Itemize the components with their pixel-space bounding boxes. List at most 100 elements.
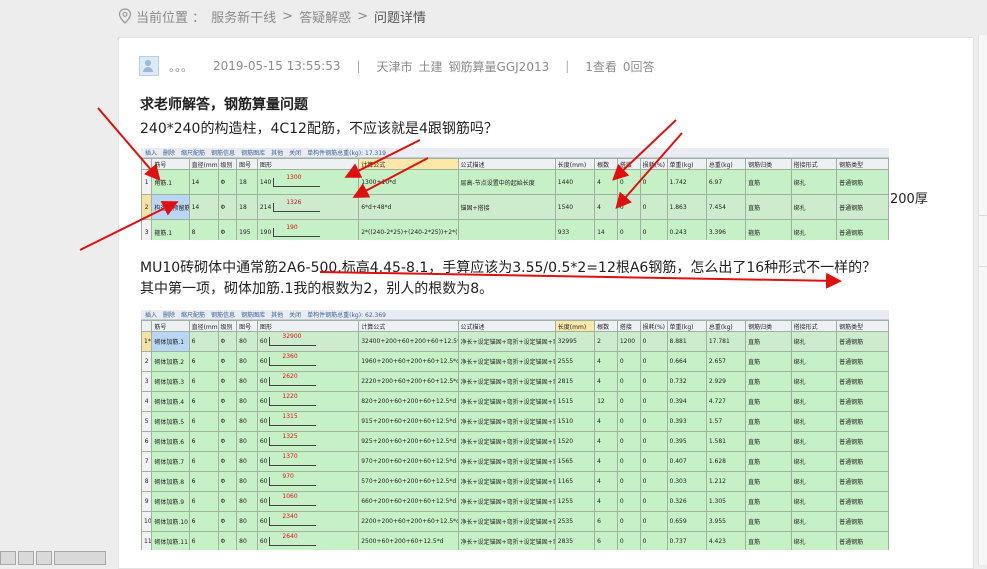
toolbar-item[interactable]: 钢筋信息 — [211, 148, 235, 157]
column-header[interactable]: 直径(mm) — [188, 320, 219, 332]
table-cell: 绑扎 — [790, 451, 838, 472]
toolbar-item[interactable]: 删除 — [163, 148, 175, 157]
toolbar-item[interactable]: 单构件钢筋总重(kg): 17.319 — [307, 148, 386, 157]
toolbar-item[interactable]: 其他 — [271, 148, 283, 157]
column-header[interactable] — [141, 158, 153, 170]
breadcrumb-link-service[interactable]: 服务新干线 — [211, 7, 276, 26]
table-cell: 0.659 — [666, 511, 707, 532]
column-header[interactable]: 根数 — [594, 158, 618, 170]
column-header[interactable]: 损耗(%) — [639, 158, 668, 170]
table-cell: 净长+设定锚固+弯折+设定锚固+弯折+两倍弯钩 — [457, 391, 556, 412]
column-header[interactable]: 搭接 — [616, 320, 641, 332]
table-row[interactable]: 5 砌体加筋.5 6 Φ 80 60 1315 915+200+60+200+60+12.5… — [141, 411, 889, 432]
table-cell: 0 — [639, 331, 668, 352]
table-cell: 0 — [639, 391, 668, 412]
column-header[interactable]: 图号 — [236, 320, 258, 332]
toolbar-item[interactable]: 钢筋图库 — [241, 148, 265, 157]
table-cell: 214 1326 — [256, 194, 360, 220]
column-header[interactable]: 级别 — [217, 320, 238, 332]
table-cell: 6 — [188, 351, 219, 372]
table-cell: 4 — [594, 491, 618, 512]
column-header[interactable]: 筋号 — [151, 320, 190, 332]
column-header[interactable]: 图形 — [256, 158, 360, 170]
table-cell: 7 — [141, 451, 153, 472]
table-row[interactable]: 1* 砌体加筋.1 6 Φ 80 60 32900 32400+200+60+200+60+… — [141, 331, 889, 352]
column-header[interactable]: 搭接 — [616, 158, 641, 170]
toolbar-item[interactable]: 删除 — [163, 310, 175, 319]
table-cell: 14 — [594, 219, 618, 240]
table-cell: 2815 — [554, 371, 596, 392]
table-row[interactable]: 1 角筋.1 14 Φ 18 140 1300 1300+10*d 层高-节点设置中的起始长度… — [141, 169, 889, 195]
toolbar-item[interactable]: 插入 — [145, 310, 157, 319]
table-row[interactable]: 6 砌体加筋.6 6 Φ 80 60 1325 925+200+60+200+60+12.5… — [141, 431, 889, 452]
table-row[interactable]: 2构造柱预留筋.114Φ18214 13266*d+48*d锚固+搭接15404… — [141, 194, 889, 220]
table-cell: 570+200+60+200+60+12.5*d — [358, 471, 459, 492]
table-row[interactable]: 8 砌体加筋.8 6 Φ 80 60 970 570+200+60+200+60+12.5*… — [141, 471, 889, 492]
column-header[interactable]: 筋号 — [151, 158, 190, 170]
table-cell: 6 — [141, 431, 153, 452]
table-cell: 砌体加筋.1 — [151, 331, 190, 352]
column-header[interactable]: 钢筋归类 — [745, 158, 792, 170]
table-cell: 970+200+60+200+60+12.5*d — [358, 451, 459, 472]
column-header[interactable]: 直径(mm) — [188, 158, 219, 170]
column-header[interactable]: 总重(kg) — [705, 320, 747, 332]
column-header[interactable]: 计算公式 — [358, 320, 459, 332]
table-cell: Φ — [217, 431, 238, 452]
table-cell: 60 2360 — [256, 351, 360, 372]
column-header[interactable]: 总重(kg) — [705, 158, 747, 170]
avatar[interactable] — [139, 56, 159, 76]
column-header[interactable]: 根数 — [594, 320, 618, 332]
table-cell: 净长+设定锚固+弯折+设定锚固+弯折+两倍弯钩 — [457, 331, 556, 352]
toolbar-item[interactable]: 关闭 — [289, 310, 301, 319]
table-row[interactable]: 2 砌体加筋.2 6 Φ 80 60 2360 1960+200+60+200+60+12.… — [141, 351, 889, 372]
column-header[interactable]: 单重(kg) — [666, 320, 707, 332]
toolbar-item[interactable]: 钢筋图库 — [241, 310, 265, 319]
column-header[interactable]: 钢筋类型 — [836, 320, 889, 332]
column-header[interactable]: 单重(kg) — [666, 158, 707, 170]
table-cell: 2 — [141, 194, 153, 220]
column-header[interactable]: 长度(mm) — [554, 320, 596, 332]
table-cell: 0.394 — [666, 391, 707, 412]
toolbar-item[interactable]: 缩尺配筋 — [181, 148, 205, 157]
location-pin-icon — [118, 8, 132, 24]
post-specialty: 土建 — [418, 59, 443, 74]
table-row[interactable]: 3 砌体加筋.3 6 Φ 80 60 2620 2220+200+60+200+60+12.… — [141, 371, 889, 392]
toolbar-item[interactable]: 缩尺配筋 — [181, 310, 205, 319]
table-cell: 1 — [141, 169, 153, 195]
column-header[interactable]: 钢筋归类 — [745, 320, 792, 332]
table-cell: 净长+设定锚固+弯折+设定锚固+弯折+两倍弯钩 — [457, 371, 556, 392]
column-header[interactable]: 搭接形式 — [790, 320, 838, 332]
rebar-table: 筋号 直径(mm) 级别 图号 图形 计算公式 公式描述 长度(mm) 根数 搭接 损耗(%) 单重(… — [141, 320, 889, 550]
table-row[interactable]: 9 砌体加筋.9 6 Φ 80 60 1060 660+200+60+200+60+12.5… — [141, 491, 889, 512]
table-row[interactable]: 10 砌体加筋.10 6 Φ 80 60 2340 2200+200+60+200+60+1… — [141, 511, 889, 532]
toolbar-item[interactable]: 钢筋信息 — [211, 310, 235, 319]
table-cell: 60 1060 — [256, 491, 360, 512]
table-cell: 80 — [236, 331, 258, 352]
table-row[interactable]: 11 砌体加筋.11 6 Φ 80 60 2640 2500+60+200+60+12.5*… — [141, 531, 889, 550]
table-cell: 195 — [236, 219, 258, 240]
breadcrumb-link-qa[interactable]: 答疑解惑 — [299, 7, 351, 26]
column-header[interactable]: 图形 — [256, 320, 360, 332]
column-header[interactable]: 长度(mm) — [554, 158, 596, 170]
toolbar-item[interactable]: 插入 — [145, 148, 157, 157]
column-header[interactable]: 级别 — [217, 158, 238, 170]
column-header[interactable]: 搭接形式 — [790, 158, 838, 170]
column-header[interactable]: 损耗(%) — [639, 320, 668, 332]
table-cell: 净长+设定锚固+弯折+设定锚固+弯折+两倍弯钩 — [457, 471, 556, 492]
table-cell: 0.393 — [666, 411, 707, 432]
table-row[interactable]: 4 砌体加筋.4 6 Φ 80 60 1220 820+200+60+200+60+12.5… — [141, 391, 889, 412]
author-name[interactable]: 。。。 — [169, 58, 193, 75]
table-row[interactable]: 3 箍筋.1 8 Φ 195 190 190 2*((240-2*25)+(240-2*25… — [141, 219, 889, 240]
toolbar-item[interactable]: 关闭 — [289, 148, 301, 157]
column-header[interactable] — [141, 320, 153, 332]
toolbar-item[interactable]: 其他 — [271, 310, 283, 319]
toolbar-item[interactable]: 单构件钢筋总重(kg): 62.369 — [307, 310, 386, 319]
table-cell: 3 — [141, 219, 153, 240]
column-header[interactable]: 图号 — [236, 158, 258, 170]
table-row[interactable]: 7 砌体加筋.7 6 Φ 80 60 1370 970+200+60+200+60+12.5… — [141, 451, 889, 472]
column-header[interactable]: 公式描述 — [457, 320, 556, 332]
column-header[interactable]: 公式描述 — [457, 158, 556, 170]
column-header[interactable]: 计算公式 — [358, 158, 459, 170]
table-cell: 4 — [594, 451, 618, 472]
column-header[interactable]: 钢筋类型 — [836, 158, 889, 170]
